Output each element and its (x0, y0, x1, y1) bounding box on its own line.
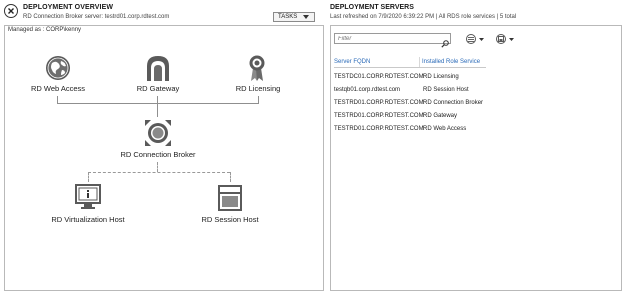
role-cell: RD Licensing (423, 74, 459, 80)
info-server-icon (75, 184, 101, 209)
rd-web-access-node[interactable] (44, 54, 72, 87)
overview-subtitle: RD Connection Broker server: testrd01.co… (23, 14, 170, 20)
role-cell: RD Web Access (423, 126, 467, 132)
connector-line (258, 96, 259, 103)
servers-title: DEPLOYMENT SERVERS (330, 4, 414, 11)
rd-virtualization-host-node[interactable] (75, 184, 101, 215)
chevron-down-icon (509, 37, 514, 41)
globe-icon (46, 56, 70, 80)
rd-connection-broker-node[interactable] (144, 119, 172, 152)
fqdn-cell: TESTRD01.CORP.RDTEST.COM (334, 126, 424, 132)
rd-virtualization-host-label: RD Virtualization Host (51, 215, 125, 224)
chevron-down-icon (479, 37, 484, 41)
table-row[interactable]: TESTDC01.CORP.RDTEST.COM RD Licensing (334, 74, 534, 84)
overview-title: DEPLOYMENT OVERVIEW (23, 4, 114, 11)
fqdn-cell: TESTRD01.CORP.RDTEST.COM (334, 100, 424, 106)
broker-icon (145, 120, 171, 146)
fqdn-cell: testqb01.corp.rdtest.com (334, 87, 401, 93)
list-view-icon (466, 34, 476, 44)
connector-line (157, 162, 158, 172)
save-query-button[interactable] (496, 34, 514, 44)
fqdn-cell: TESTRD01.CORP.RDTEST.COM (334, 113, 424, 119)
role-cell: RD Session Host (423, 87, 469, 93)
connector-line (57, 96, 58, 103)
rd-gateway-node[interactable] (145, 54, 171, 87)
table-row[interactable]: TESTRD01.CORP.RDTEST.COM RD Connection B… (334, 100, 534, 110)
rd-web-access-label: RD Web Access (30, 84, 86, 93)
header-divider (334, 67, 486, 68)
column-header-fqdn[interactable]: Server FQDN (334, 59, 370, 65)
rd-session-host-node[interactable] (217, 184, 243, 217)
rd-gateway-label: RD Gateway (136, 84, 180, 93)
filter-input[interactable] (334, 33, 451, 44)
save-query-icon (496, 34, 506, 44)
server-icon (218, 185, 242, 211)
tasks-dropdown[interactable]: TASKS (273, 12, 315, 22)
managed-as: Managed as : CORP\kenny (8, 27, 82, 33)
table-row[interactable]: TESTRD01.CORP.RDTEST.COM RD Gateway (334, 113, 534, 123)
servers-subtitle: Last refreshed on 7/9/2020 6:39:22 PM | … (330, 14, 517, 20)
table-row[interactable]: testqb01.corp.rdtest.com RD Session Host (334, 87, 534, 97)
collapse-button[interactable] (4, 4, 18, 18)
search-icon (441, 40, 449, 48)
rd-licensing-label: RD Licensing (235, 84, 281, 93)
table-row[interactable]: TESTRD01.CORP.RDTEST.COM RD Web Access (334, 126, 534, 136)
role-cell: RD Connection Broker (423, 100, 484, 106)
column-divider (419, 57, 420, 67)
connector-line (88, 172, 230, 173)
connector-line (157, 96, 158, 103)
connector-line (230, 172, 231, 182)
rd-licensing-node[interactable] (248, 54, 266, 87)
fqdn-cell: TESTDC01.CORP.RDTEST.COM (334, 74, 424, 80)
list-view-button[interactable] (466, 34, 484, 44)
gateway-icon (147, 56, 169, 81)
role-cell: RD Gateway (423, 113, 458, 119)
search-button[interactable] (441, 35, 449, 53)
connector-line (157, 103, 158, 117)
close-icon (8, 8, 14, 14)
connector-line (88, 172, 89, 182)
rd-session-host-label: RD Session Host (201, 215, 259, 224)
tasks-label: TASKS (278, 14, 298, 20)
column-header-role[interactable]: Installed Role Service (422, 59, 480, 65)
chevron-down-icon (303, 15, 310, 19)
connector-line (57, 103, 259, 104)
rd-connection-broker-label: RD Connection Broker (120, 150, 196, 159)
certificate-ribbon-icon (249, 55, 265, 81)
